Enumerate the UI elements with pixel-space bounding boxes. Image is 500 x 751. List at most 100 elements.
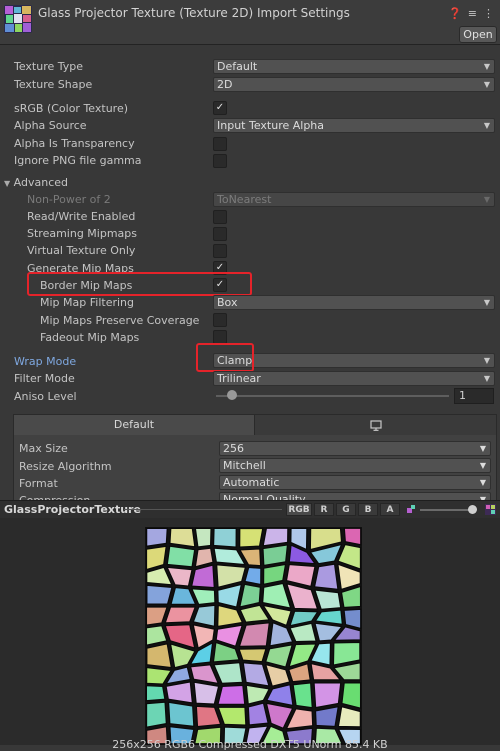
glass-cell [169, 527, 196, 548]
glass-cell [262, 544, 289, 567]
monitor-icon [369, 419, 382, 431]
texture-type-dropdown[interactable]: Default ▼ [213, 59, 495, 74]
preset-icon[interactable]: ≡ [468, 7, 477, 20]
chevron-down-icon: ▼ [483, 374, 490, 383]
glass-cell [238, 648, 267, 663]
glass-cell [145, 701, 167, 728]
highlight-box-border-mip-maps [27, 272, 252, 296]
alpha-source-label: Alpha Source [14, 119, 87, 132]
texture-thumbnail [4, 5, 32, 33]
tab-standalone[interactable] [255, 415, 496, 435]
glass-cell [164, 606, 196, 624]
format-dropdown[interactable]: Automatic ▼ [219, 475, 491, 490]
texture-preview-image [145, 527, 362, 745]
glass-cell [146, 584, 173, 605]
glass-cell [285, 563, 316, 588]
virtual-texture-checkbox[interactable] [213, 244, 227, 258]
streaming-mipmaps-checkbox[interactable] [213, 227, 227, 241]
glass-cell [192, 604, 216, 627]
ignore-png-gamma-label: Ignore PNG file gamma [14, 154, 142, 167]
mip-map-filtering-dropdown[interactable]: Box ▼ [213, 295, 495, 310]
glass-cell [165, 666, 191, 685]
mip-preserve-coverage-checkbox[interactable] [213, 313, 227, 327]
glass-cell [166, 545, 196, 568]
filter-mode-dropdown[interactable]: Trilinear ▼ [213, 371, 495, 386]
glass-cell [238, 622, 270, 647]
mip-level-slider[interactable] [420, 509, 472, 511]
mip-small-icon [405, 503, 417, 515]
format-value: Automatic [223, 476, 280, 489]
glass-cell [212, 527, 237, 548]
texture-type-label: Texture Type [14, 60, 84, 73]
aniso-level-label: Aniso Level [14, 390, 77, 403]
tab-default[interactable]: Default [14, 415, 255, 435]
open-button[interactable]: Open [459, 26, 497, 43]
glass-cell [262, 563, 287, 585]
wrap-mode-dropdown[interactable]: Clamp ▼ [213, 353, 495, 368]
glass-cell [146, 527, 168, 547]
channel-b-button[interactable]: B [358, 503, 378, 516]
fadeout-mip-maps-checkbox[interactable] [213, 330, 227, 344]
max-size-dropdown[interactable]: 256 ▼ [219, 441, 491, 456]
advanced-foldout[interactable]: ▼ Advanced [4, 176, 68, 189]
mip-preserve-coverage-label: Mip Maps Preserve Coverage [40, 314, 200, 327]
channel-g-button[interactable]: G [336, 503, 356, 516]
glass-cell [195, 705, 222, 728]
alpha-transparency-checkbox[interactable] [213, 137, 227, 151]
advanced-label: Advanced [13, 176, 68, 189]
glass-cell [244, 566, 262, 586]
ignore-png-gamma-checkbox[interactable] [213, 154, 227, 168]
glass-cell [332, 641, 361, 666]
glass-cell [265, 644, 293, 668]
mip-map-filtering-label: Mip Map Filtering [40, 296, 134, 309]
more-icon[interactable]: ⋮ [483, 7, 494, 20]
glass-cell [145, 685, 166, 702]
preview-title: GlassProjectorTexture [4, 503, 141, 516]
glass-cell [217, 706, 247, 726]
chevron-down-icon: ▼ [483, 356, 490, 365]
glass-cell [266, 684, 294, 707]
texture-type-value: Default [217, 60, 258, 73]
foldout-arrow-icon: ▼ [4, 179, 11, 188]
glass-cell [145, 625, 168, 646]
non-power-of-2-dropdown: ToNearest ▼ [213, 192, 495, 207]
alpha-source-dropdown[interactable]: Input Texture Alpha ▼ [213, 118, 495, 133]
non-power-of-2-value: ToNearest [217, 193, 272, 206]
glass-cell [217, 684, 246, 705]
mip-map-filtering-value: Box [217, 296, 238, 309]
srgb-checkbox[interactable]: ✓ [213, 101, 227, 115]
glass-cell [215, 624, 243, 647]
channel-r-button[interactable]: R [314, 503, 334, 516]
resize-algorithm-value: Mitchell [223, 459, 266, 472]
glass-cell [289, 610, 319, 627]
glass-cell [314, 609, 343, 625]
aniso-level-slider-handle[interactable] [227, 390, 237, 400]
inspector-header: Glass Projector Texture (Texture 2D) Imp… [0, 0, 500, 45]
glass-cell [217, 604, 243, 628]
glass-cell [262, 582, 292, 609]
glass-cell [340, 585, 362, 609]
preview-divider [124, 509, 282, 510]
wrap-mode-label: Wrap Mode [14, 355, 77, 368]
glass-cell [164, 624, 196, 649]
mip-level-slider-handle[interactable] [468, 505, 477, 514]
chevron-down-icon: ▼ [479, 478, 486, 487]
glass-cell [146, 643, 172, 669]
channel-a-button[interactable]: A [380, 503, 400, 516]
read-write-checkbox[interactable] [213, 210, 227, 224]
resize-algorithm-dropdown[interactable]: Mitchell ▼ [219, 458, 491, 473]
glass-cell [191, 588, 216, 606]
glass-cell [193, 681, 220, 705]
aniso-level-field[interactable]: 1 [454, 388, 494, 404]
chevron-down-icon: ▼ [483, 121, 490, 130]
channel-rgb-button[interactable]: RGB [286, 503, 312, 516]
help-icon[interactable]: ❓ [448, 7, 462, 20]
texture-shape-dropdown[interactable]: 2D ▼ [213, 77, 495, 92]
srgb-label: sRGB (Color Texture) [14, 102, 129, 115]
read-write-label: Read/Write Enabled [27, 210, 136, 223]
aniso-level-slider[interactable] [216, 395, 449, 397]
alpha-transparency-label: Alpha Is Transparency [14, 137, 135, 150]
glass-cell [217, 583, 242, 608]
glass-cell [310, 662, 341, 681]
max-size-value: 256 [223, 442, 244, 455]
